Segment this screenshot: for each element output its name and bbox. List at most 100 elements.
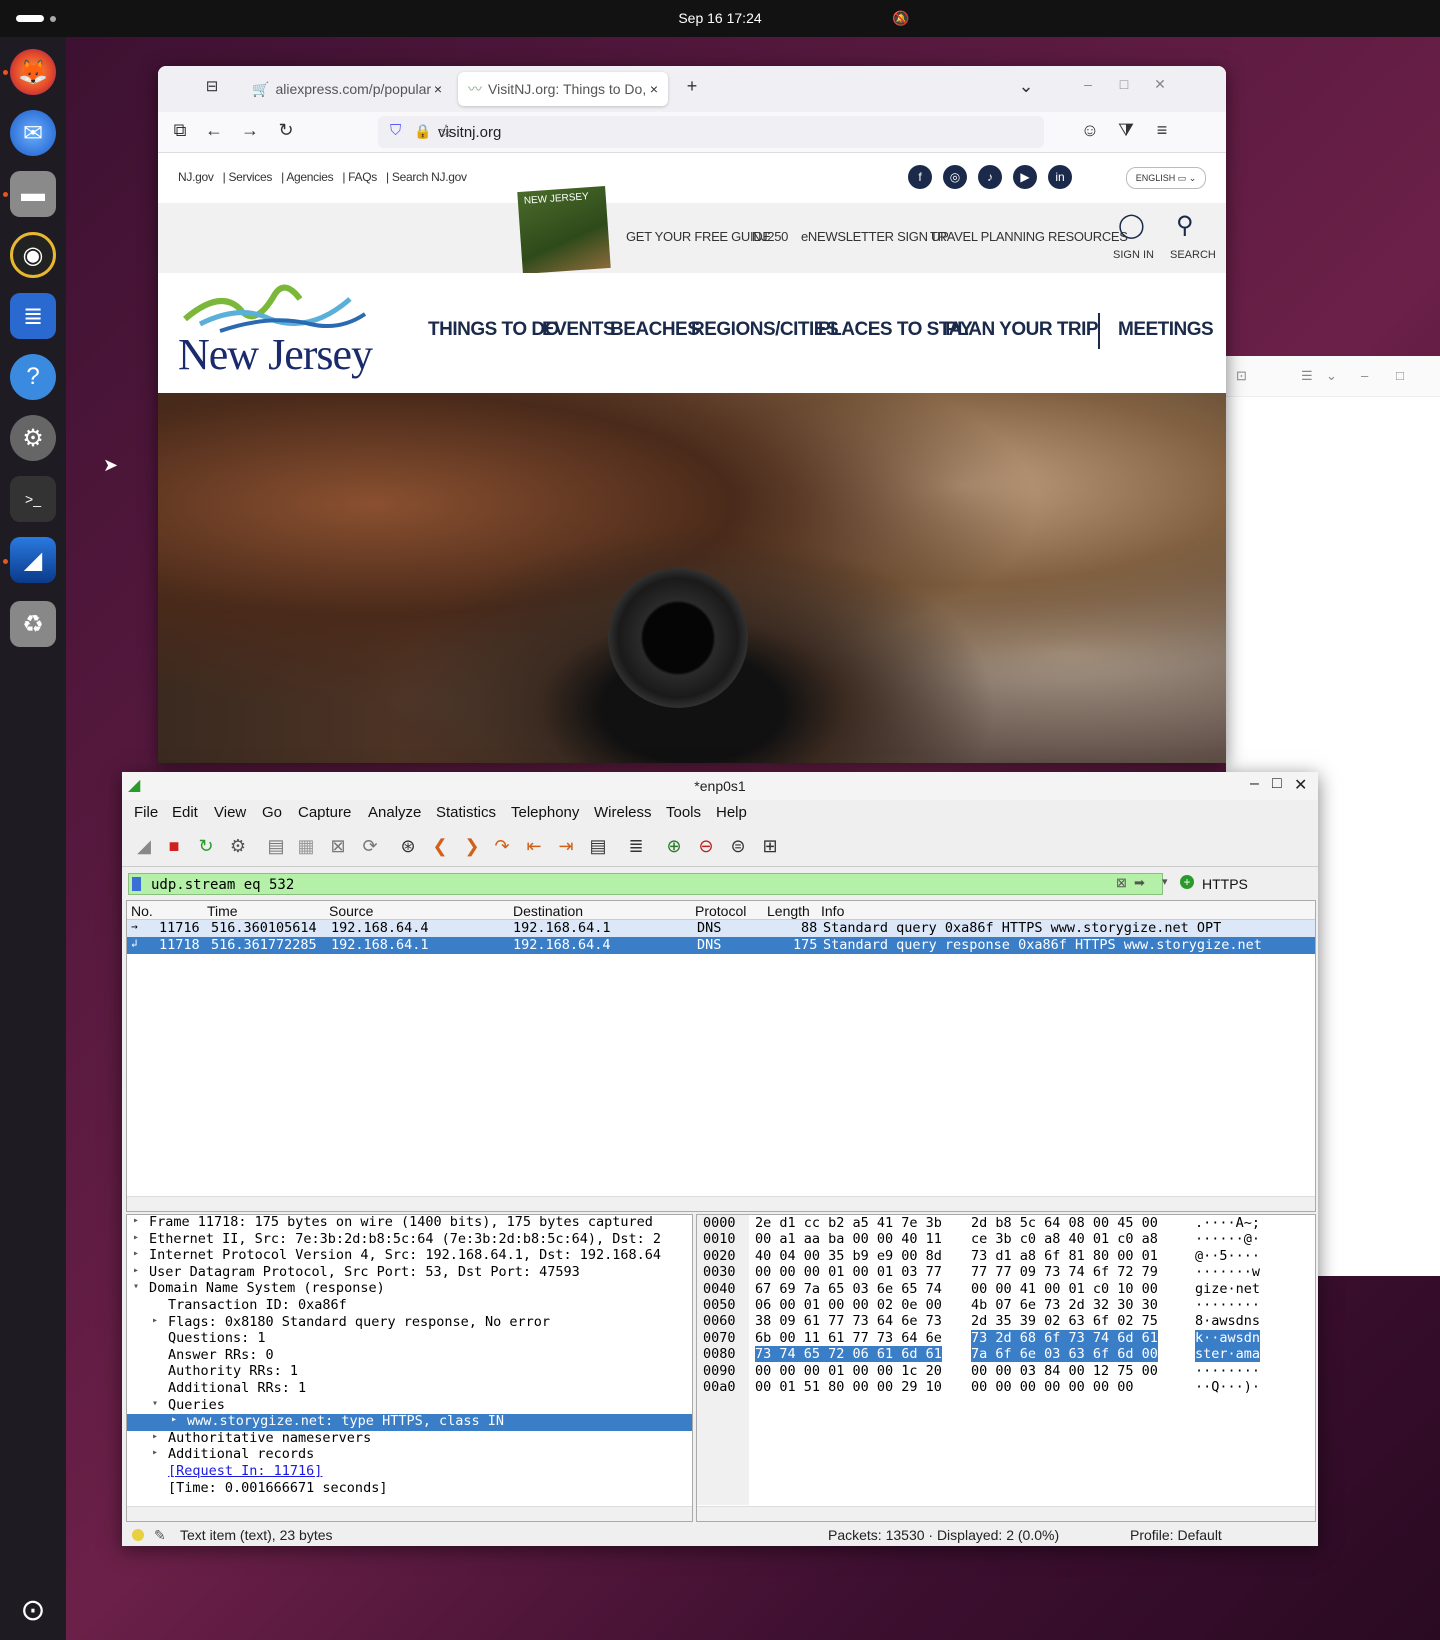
menu-telephony[interactable]: Telephony [511,804,579,821]
zoom-out-icon[interactable]: ⊖ [694,834,718,858]
hex-row[interactable]: 0020 40 04 00 35 b9 e9 00 8d 73 d1 a8 6f 8… [697,1248,1315,1264]
autoscroll-icon[interactable]: ▤ [586,834,610,858]
url-bar[interactable]: ⛉ 🔒 visitnj.org ☆ [378,116,1044,148]
detail-tree-item[interactable]: ▸ Additional records [127,1446,692,1464]
free-guide-cover[interactable]: NEW JERSEY [517,186,611,274]
tree-expander-icon[interactable]: ▸ [171,1414,177,1425]
menu-statistics[interactable]: Statistics [436,804,496,821]
instagram-icon[interactable]: ◎ [943,165,967,189]
nav-things-to-do[interactable]: THINGS TO DO [428,319,559,341]
youtube-icon[interactable]: ▶ [1013,165,1037,189]
col-length[interactable]: Length [767,903,810,919]
col-destination[interactable]: Destination [513,903,583,919]
normal-size-icon[interactable]: ⊜ [726,834,750,858]
save-file-icon[interactable]: ▦ [294,834,318,858]
col-info[interactable]: Info [821,903,844,919]
detail-tree-item[interactable]: Answer RRs: 0 [127,1347,692,1365]
util-link-faqs[interactable]: | FAQs [342,170,377,184]
reload-icon[interactable]: ↻ [274,120,298,141]
hex-row[interactable]: 0080 73 74 65 72 06 61 6d 61 7a 6f 6e 03 6… [697,1346,1315,1363]
menu-tools[interactable]: Tools [666,804,701,821]
language-selector[interactable]: ENGLISH ▭ ⌄ [1126,167,1206,189]
col-time[interactable]: Time [207,903,238,919]
tiktok-icon[interactable]: ♪ [978,165,1002,189]
wireshark-icon[interactable]: ◢ [10,537,56,583]
tree-expander-icon[interactable]: ▸ [152,1315,158,1326]
nav-meetings[interactable]: MEETINGS [1118,319,1214,341]
clear-filter-icon[interactable]: ⊠ [1116,875,1127,891]
writer-icon[interactable]: ≣ [10,293,56,339]
hex-row[interactable]: 0040 67 69 7a 65 03 6e 65 74 00 00 41 00 0… [697,1281,1315,1297]
hex-row[interactable]: 0010 00 a1 aa ba 00 00 40 11 ce 3b c0 a8 4… [697,1231,1315,1247]
detail-tree-item[interactable]: ▸ www.storygize.net: type HTTPS, class IN [127,1413,692,1431]
menu-capture[interactable]: Capture [298,804,351,821]
tree-expander-icon[interactable]: ▸ [152,1431,158,1442]
tab-visitnj[interactable]: 〰 VisitNJ.org: Things to Do, × [458,72,668,106]
newsletter-link[interactable]: eNEWSLETTER SIGN UP [801,229,949,244]
show-apps-icon[interactable]: ⊙ [10,1587,56,1633]
search-link[interactable]: SEARCH [1170,249,1216,261]
filter-history-chevron-icon[interactable]: ▾ [1162,875,1168,888]
packet-row[interactable]: → 11716 516.360105614 192.168.64.4 192.1… [127,920,1315,937]
expert-info-indicator-icon[interactable] [132,1529,144,1541]
hex-row[interactable]: 0000 2e d1 cc b2 a5 41 7e 3b 2d b8 5c 64 0… [697,1215,1315,1231]
tree-expander-icon[interactable]: ▸ [133,1232,139,1243]
colorize-icon[interactable]: ≣ [624,834,648,858]
util-link-njgov[interactable]: NJ.gov [178,170,214,184]
minimize-icon[interactable]: – [1076,76,1100,92]
first-packet-icon[interactable]: ⇤ [522,834,546,858]
files-icon[interactable]: ▬ [10,171,56,217]
hex-row[interactable]: 0070 6b 00 11 61 77 73 64 6e 73 2d 68 6f 7… [697,1329,1315,1346]
chevron-down-icon[interactable]: ⌄ [1326,368,1337,384]
hex-row[interactable]: 0030 00 00 00 01 00 01 03 77 77 77 09 73 7… [697,1264,1315,1280]
filter-button-https[interactable]: HTTPS [1202,876,1248,892]
hex-row[interactable]: 0090 00 00 00 01 00 00 1c 20 00 00 03 84 0… [697,1363,1315,1379]
detail-tree-item[interactable]: [Time: 0.001666671 seconds] [127,1480,692,1498]
tree-expander-icon[interactable]: ▾ [133,1281,139,1292]
detail-tree-item[interactable]: ▸ Ethernet II, Src: 7e:3b:2d:b8:5c:64 (7e… [127,1231,692,1249]
detail-tree-item[interactable]: Transaction ID: 0xa86f [127,1297,692,1315]
hex-row[interactable]: 0050 06 00 01 00 00 02 0e 00 4b 07 6e 73 2… [697,1297,1315,1313]
details-scrollbar[interactable] [127,1506,692,1521]
col-source[interactable]: Source [329,903,373,919]
util-link-agencies[interactable]: | Agencies [281,170,333,184]
stop-capture-icon[interactable]: ■ [162,834,186,858]
packet-list-scrollbar[interactable] [127,1196,1315,1211]
menu-wireless[interactable]: Wireless [594,804,652,821]
restart-capture-icon[interactable]: ↻ [194,834,218,858]
bookmark-star-icon[interactable]: ☆ [438,121,1034,142]
firefox-icon[interactable]: 🦊 [10,49,56,95]
open-file-icon[interactable]: ▤ [264,834,288,858]
close-window-icon[interactable]: ✕ [1294,775,1307,795]
account-icon[interactable]: ☺ [1078,120,1102,141]
facebook-icon[interactable]: f [908,165,932,189]
maximize-icon[interactable]: □ [1396,368,1404,383]
close-file-icon[interactable]: ⊠ [326,834,350,858]
user-icon[interactable]: ◯ [1118,211,1145,240]
list-all-tabs-chevron-icon[interactable]: ⌄ [1014,76,1038,97]
trash-icon[interactable]: ♻ [10,601,56,647]
go-to-packet-icon[interactable]: ↷ [490,834,514,858]
search-icon[interactable]: ⚲ [1176,211,1194,240]
close-window-icon[interactable]: ✕ [1148,76,1172,93]
status-profile[interactable]: Profile: Default [1130,1527,1222,1543]
capture-options-icon[interactable]: ⚙ [226,834,250,858]
menu-edit[interactable]: Edit [172,804,198,821]
rhythmbox-icon[interactable]: ◉ [10,232,56,278]
detail-tree-item[interactable]: Questions: 1 [127,1330,692,1348]
bookmark-icon[interactable] [132,877,141,891]
add-filter-button-icon[interactable]: + [1180,875,1194,889]
nav-events[interactable]: EVENTS [542,319,616,341]
nav-plan-your-trip[interactable]: PLAN YOUR TRIP [945,319,1099,341]
nj250-link[interactable]: NJ250 [752,229,788,244]
detail-tree-item[interactable]: ▸ Internet Protocol Version 4, Src: 192.1… [127,1247,692,1265]
col-no[interactable]: No. [131,903,153,919]
new-tab-plus-icon[interactable]: + [680,76,704,97]
nj-logo-text[interactable]: New Jersey [178,329,373,380]
edit-comment-icon[interactable]: ✎ [154,1527,166,1544]
sidebar-icon[interactable]: ⧉ [168,120,192,141]
util-link-services[interactable]: | Services [223,170,273,184]
display-filter-input[interactable]: udp.stream eq 532 [128,873,1163,895]
maximize-icon[interactable]: □ [1272,775,1282,793]
minimize-icon[interactable]: – [1250,775,1259,793]
